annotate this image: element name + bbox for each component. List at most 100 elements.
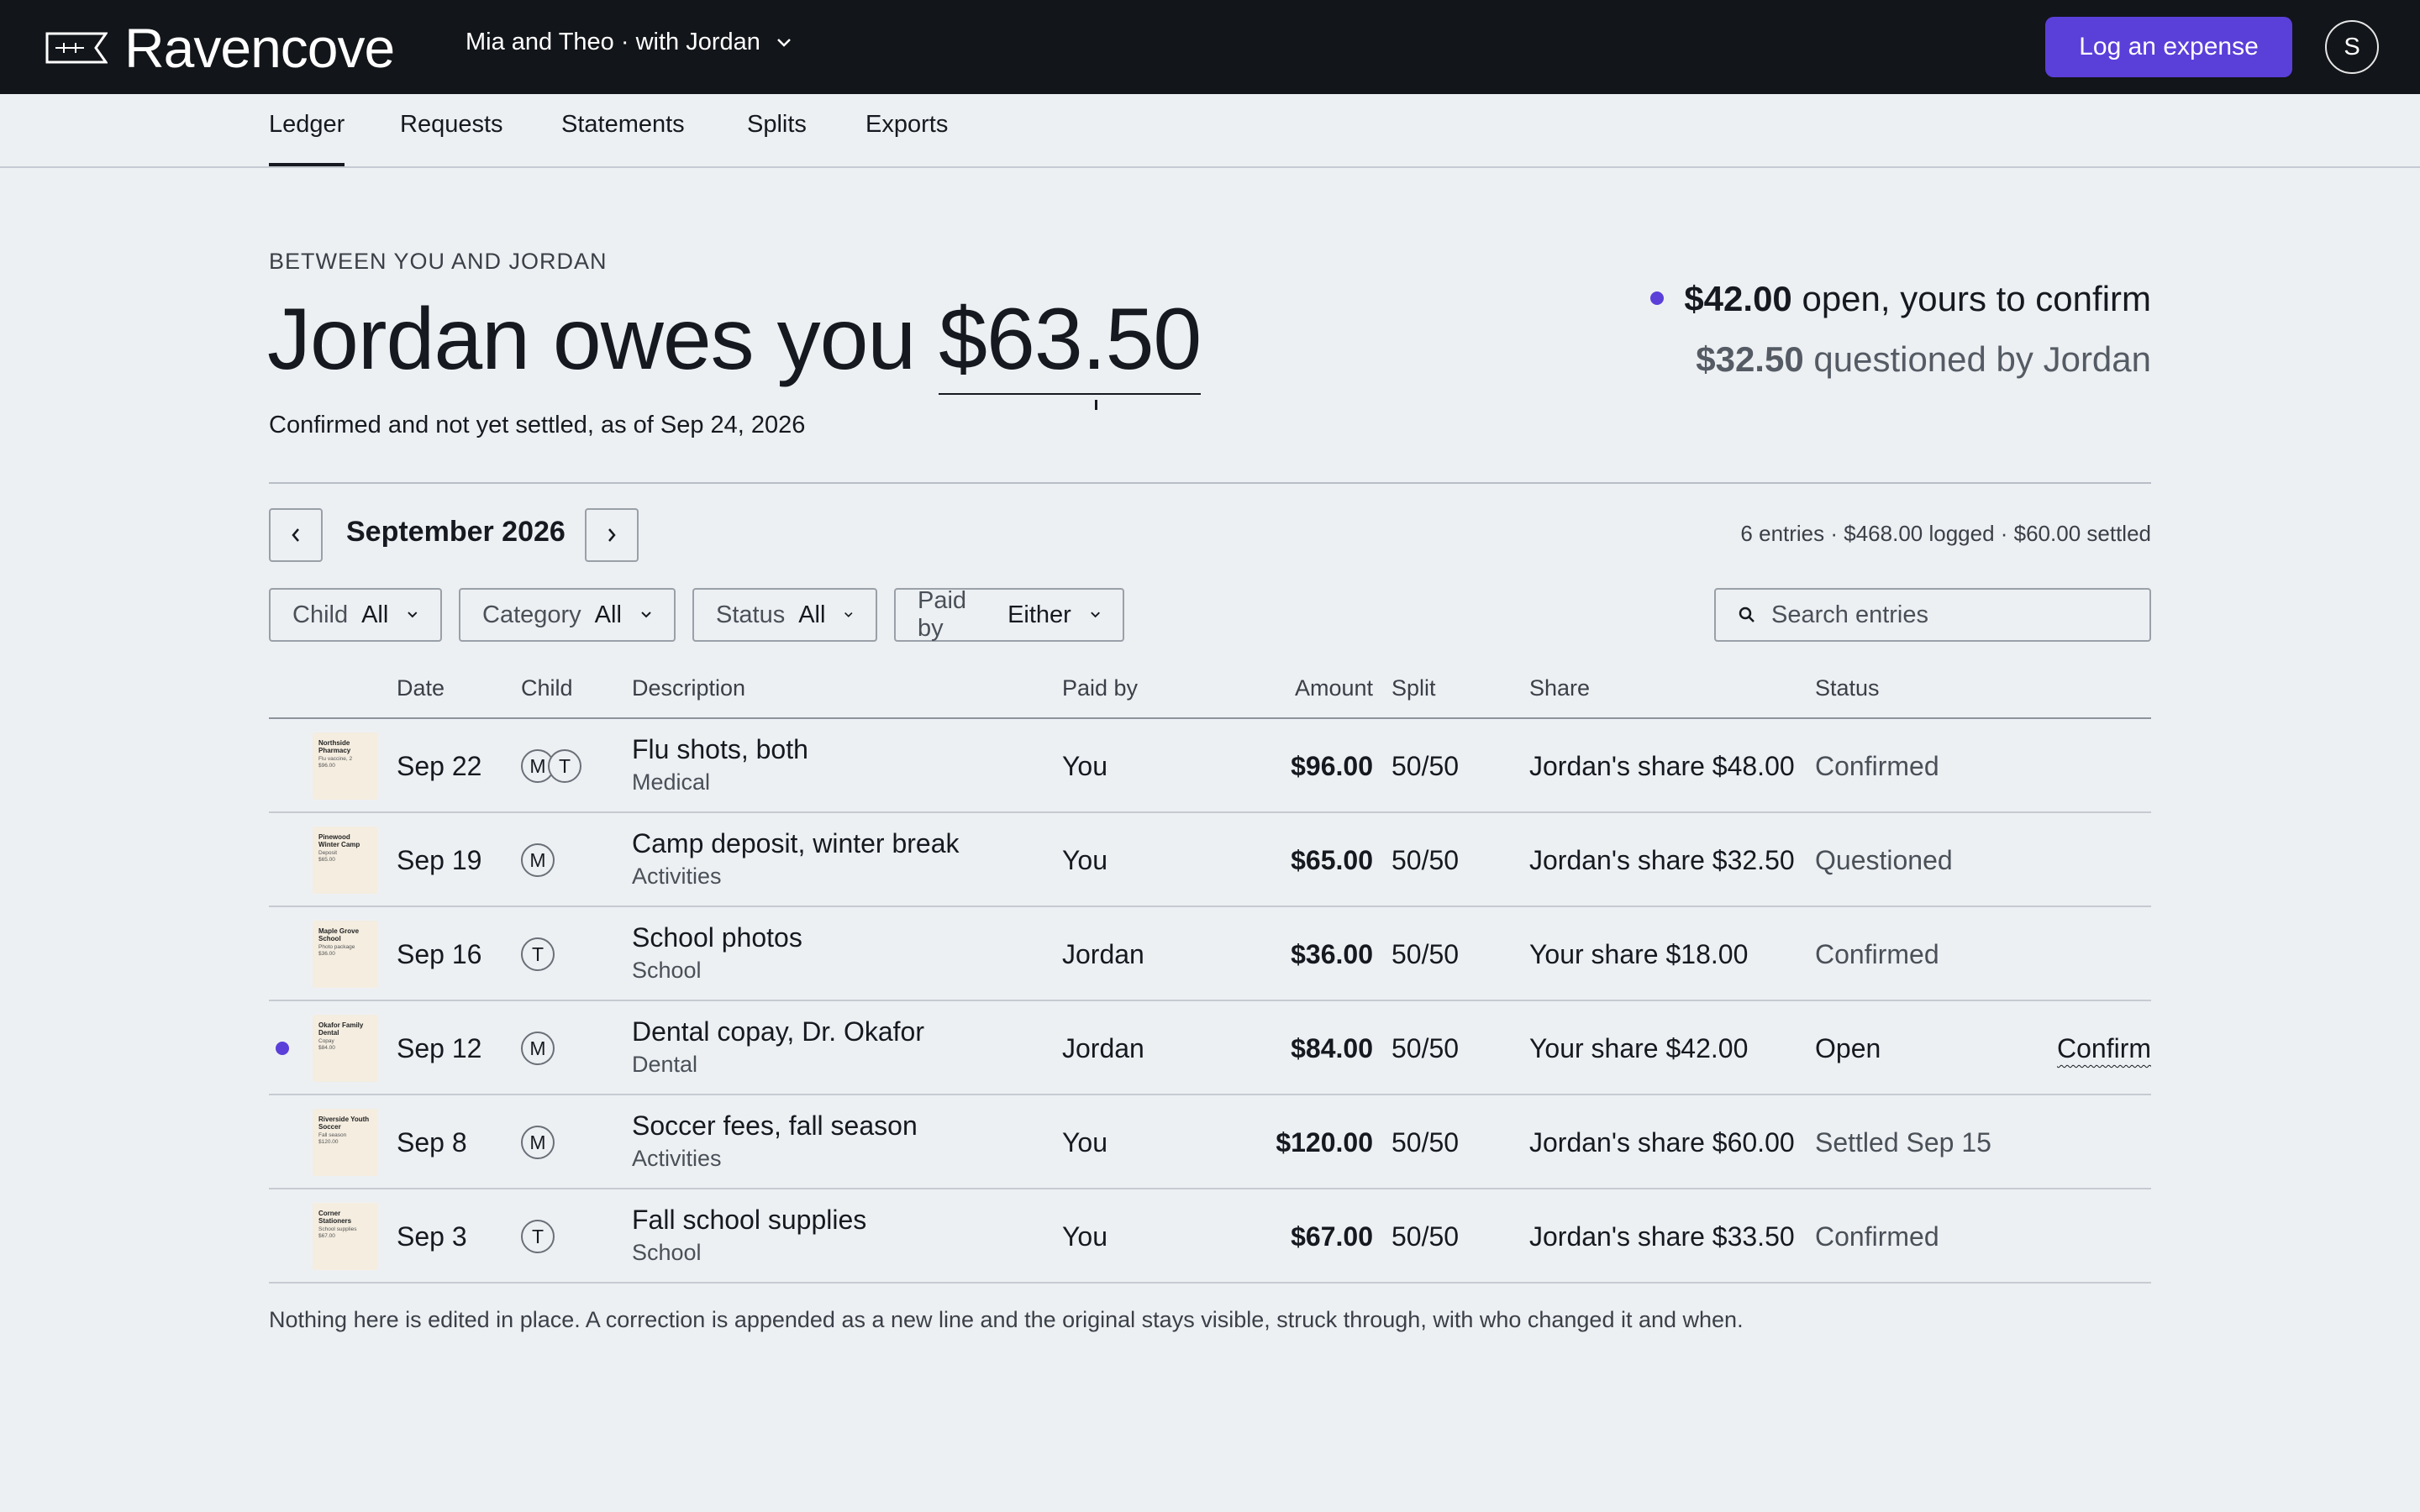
- balance-eyebrow: BETWEEN YOU AND JORDAN: [269, 249, 608, 274]
- tab-bar: Ledger Requests Statements Splits Export…: [0, 94, 2420, 168]
- col-date[interactable]: Date: [397, 675, 445, 701]
- tab-statements[interactable]: Statements: [561, 111, 685, 139]
- filter-label: Paid by: [918, 587, 967, 642]
- col-amount[interactable]: Amount: [1295, 675, 1373, 701]
- row-split: 50/50: [1392, 1127, 1460, 1158]
- table-row[interactable]: Pinewood Winter Camp Deposit $65.00 Sep …: [269, 813, 2151, 907]
- child-chip: M: [521, 1032, 555, 1065]
- tab-ledger[interactable]: Ledger: [269, 111, 345, 166]
- row-status: Questioned: [1815, 845, 1953, 875]
- open-dot-icon: [1650, 291, 1665, 305]
- row-status: Settled Sep 15: [1815, 1127, 1991, 1158]
- receipt-merchant: Maple Grove School: [318, 927, 360, 942]
- questioned-text: questioned by Jordan: [1813, 339, 2151, 379]
- filter-category[interactable]: Category All: [459, 588, 676, 642]
- filter-child[interactable]: Child All: [269, 588, 442, 642]
- receipt-line: Copay: [318, 1038, 334, 1044]
- household-label: Mia and Theo · with Jordan: [466, 29, 760, 55]
- top-bar: Ravencove Mia and Theo · with Jordan Log…: [0, 0, 2420, 94]
- row-split: 50/50: [1392, 845, 1460, 875]
- row-category: Activities: [632, 1146, 722, 1171]
- ledger-meta: 6 entries · $468.00 logged · $60.00 sett…: [1740, 521, 2151, 546]
- table-row[interactable]: Maple Grove School Photo package $36.00 …: [269, 907, 2151, 1001]
- row-date: Sep 16: [397, 939, 482, 969]
- month-label: September 2026: [346, 516, 566, 548]
- logo[interactable]: Ravencove: [45, 17, 395, 79]
- receipt-merchant: Okafor Family Dental: [318, 1021, 364, 1037]
- avatar[interactable]: S: [2325, 20, 2379, 74]
- receipt-total: $120.00: [318, 1139, 339, 1145]
- search-box[interactable]: [1714, 588, 2151, 642]
- row-date: Sep 19: [397, 845, 482, 875]
- row-category: School: [632, 1240, 702, 1265]
- chevron-down-icon: [408, 612, 418, 618]
- chevron-right-icon: [608, 528, 616, 542]
- receipt-thumbnail[interactable]: Corner Stationers School supplies $67.00: [313, 1203, 378, 1270]
- row-category: Medical: [632, 769, 711, 795]
- row-share: Jordan's share $48.00: [1529, 751, 1795, 781]
- row-date: Sep 12: [397, 1033, 482, 1063]
- table-header: Date Child Description Paid by Amount Sp…: [269, 672, 2151, 719]
- filter-label: Category: [482, 601, 581, 628]
- filter-value: All: [798, 601, 826, 628]
- table-row[interactable]: Riverside Youth Soccer Fall season $120.…: [269, 1095, 2151, 1189]
- receipt-total: $84.00: [318, 1045, 335, 1051]
- row-category: Activities: [632, 864, 722, 889]
- row-split: 50/50: [1392, 751, 1460, 781]
- search-icon: [1739, 606, 1754, 622]
- filter-label: Child: [292, 601, 349, 628]
- log-expense-button[interactable]: Log an expense: [2045, 17, 2292, 77]
- col-paid-by[interactable]: Paid by: [1062, 675, 1138, 701]
- row-share: Your share $18.00: [1529, 939, 1749, 969]
- receipt-thumbnail[interactable]: Maple Grove School Photo package $36.00: [313, 921, 378, 988]
- col-status[interactable]: Status: [1815, 675, 1880, 701]
- balance-amount[interactable]: $63.50: [939, 289, 1202, 410]
- chevron-down-icon: [1091, 612, 1100, 618]
- row-paid-by: You: [1062, 1221, 1107, 1252]
- col-description[interactable]: Description: [632, 675, 745, 701]
- row-split: 50/50: [1392, 1221, 1460, 1252]
- filter-paid-by[interactable]: Paid by Either: [894, 587, 1124, 642]
- receipt-total: $65.00: [318, 857, 335, 863]
- tab-splits[interactable]: Splits: [747, 111, 807, 139]
- row-share: Jordan's share $60.00: [1529, 1127, 1795, 1158]
- open-summary: $42.00 open, yours to confirm: [1650, 277, 2151, 321]
- headline-prefix: Jordan owes you: [267, 291, 916, 388]
- row-amount: $67.00: [1291, 1221, 1373, 1252]
- receipt-line: Flu vaccine, 2: [318, 756, 353, 762]
- row-paid-by: Jordan: [1062, 939, 1144, 969]
- table-row[interactable]: Okafor Family Dental Copay $84.00 Sep 12…: [269, 1001, 2151, 1095]
- brand-name: Ravencove: [124, 17, 395, 79]
- receipt-thumbnail[interactable]: Northside Pharmacy Flu vaccine, 2 $96.00: [313, 732, 378, 800]
- household-switcher[interactable]: Mia and Theo · with Jordan: [466, 29, 792, 56]
- next-month-button[interactable]: [585, 508, 639, 562]
- confirm-button[interactable]: Confirm: [2057, 1033, 2151, 1064]
- ledger-footnote: Nothing here is edited in place. A corre…: [269, 1307, 1744, 1332]
- col-share[interactable]: Share: [1529, 675, 1590, 701]
- row-description: Flu shots, both: [632, 734, 808, 764]
- tab-requests[interactable]: Requests: [400, 111, 503, 139]
- table-row[interactable]: Northside Pharmacy Flu vaccine, 2 $96.00…: [269, 719, 2151, 813]
- row-status: Open: [1815, 1033, 1881, 1063]
- col-child[interactable]: Child: [521, 675, 573, 701]
- receipt-line: School supplies: [318, 1226, 357, 1232]
- prev-month-button[interactable]: [269, 508, 323, 562]
- receipt-thumbnail[interactable]: Riverside Youth Soccer Fall season $120.…: [313, 1109, 378, 1176]
- receipt-merchant: Riverside Youth Soccer: [318, 1116, 370, 1131]
- child-chip: T: [521, 1220, 555, 1253]
- row-status: Confirmed: [1815, 751, 1939, 781]
- tab-exports[interactable]: Exports: [865, 111, 948, 139]
- row-status: Confirmed: [1815, 1221, 1939, 1252]
- table-row[interactable]: Corner Stationers School supplies $67.00…: [269, 1189, 2151, 1284]
- child-chip: M: [521, 843, 555, 877]
- row-amount: $96.00: [1291, 751, 1373, 781]
- search-input[interactable]: [1771, 601, 2124, 629]
- filter-status[interactable]: Status All: [692, 588, 877, 642]
- row-description: Camp deposit, winter break: [632, 828, 960, 858]
- row-paid-by: You: [1062, 1127, 1107, 1158]
- col-split[interactable]: Split: [1392, 675, 1436, 701]
- receipt-thumbnail[interactable]: Okafor Family Dental Copay $84.00: [313, 1015, 378, 1082]
- row-amount: $36.00: [1291, 939, 1373, 969]
- receipt-thumbnail[interactable]: Pinewood Winter Camp Deposit $65.00: [313, 827, 378, 894]
- balance-summary: $42.00 open, yours to confirm $32.50 que…: [1650, 277, 2151, 381]
